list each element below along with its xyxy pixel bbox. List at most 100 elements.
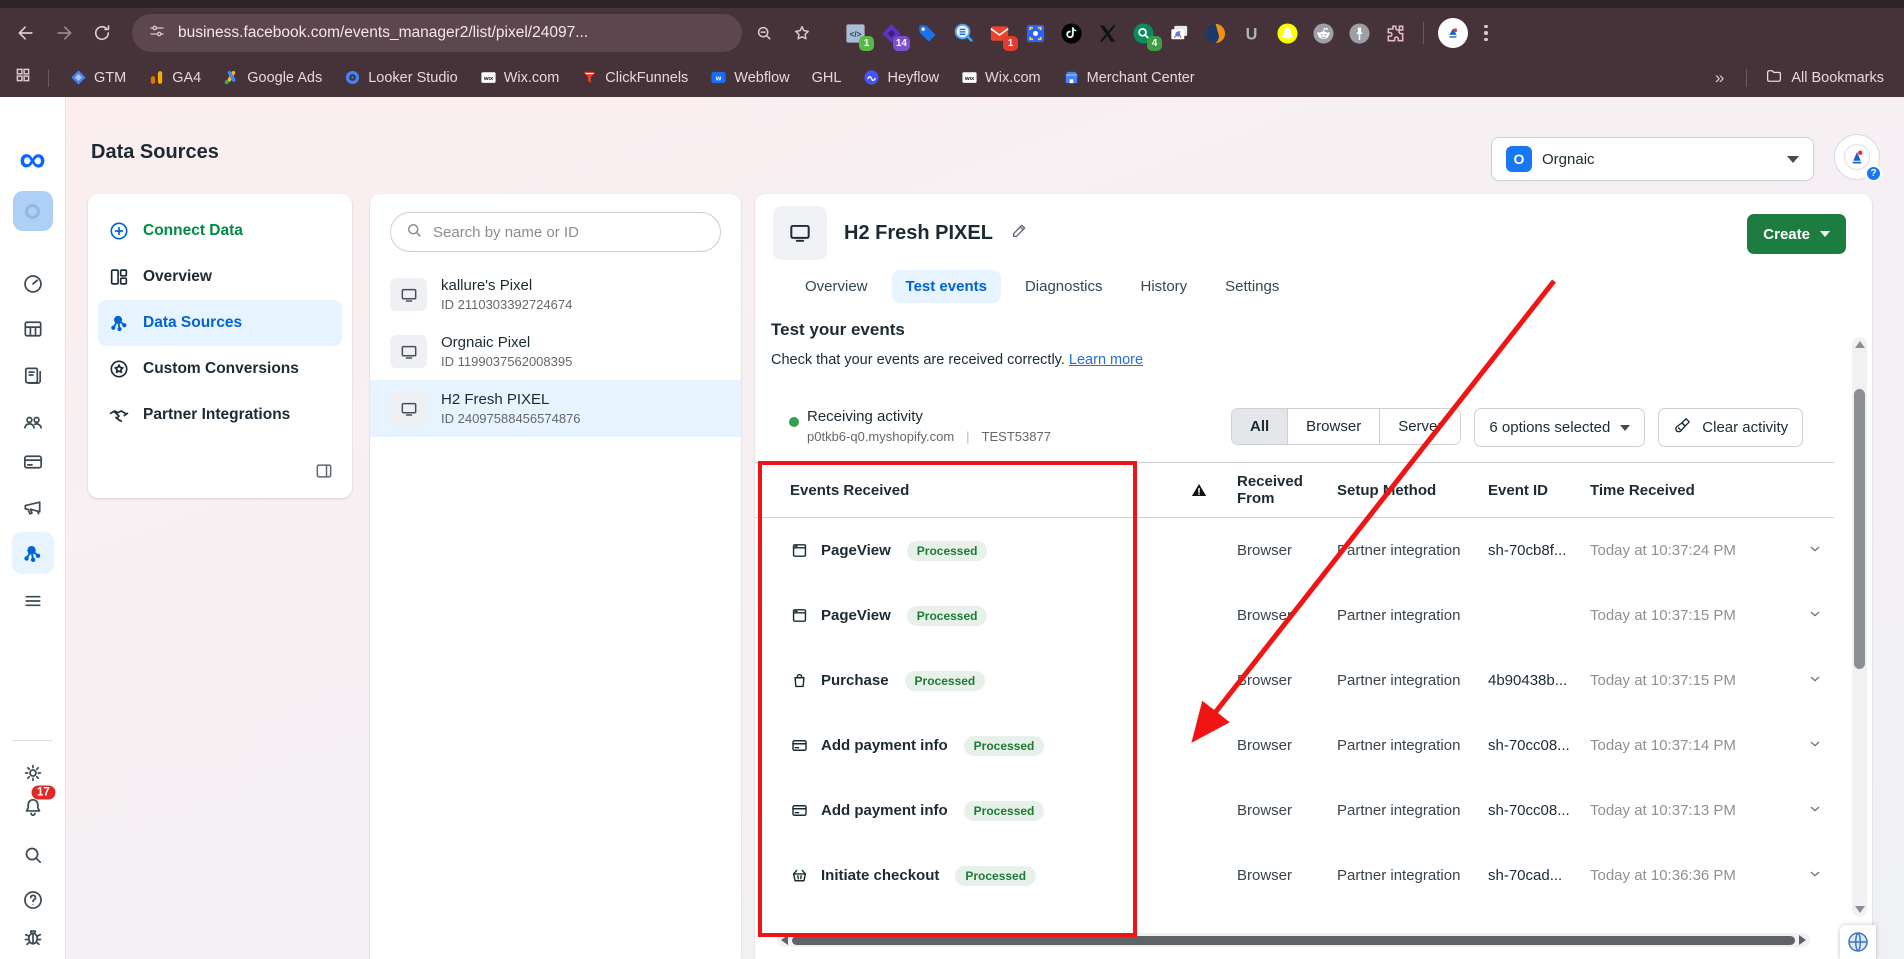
bookmark-google-ads[interactable]: Google Ads (214, 66, 331, 89)
sidebar-item-data-sources[interactable]: Data Sources (98, 300, 342, 346)
sidebar-item-custom-conversions[interactable]: Custom Conversions (98, 346, 342, 392)
pixel-search-input[interactable] (433, 224, 706, 241)
meta-logo[interactable]: ∞ (19, 141, 45, 178)
chevron-down-icon[interactable] (1807, 606, 1847, 626)
rail-item-data-sources[interactable] (12, 532, 54, 574)
scroll-up-icon[interactable] (1855, 341, 1865, 348)
chevron-down-icon[interactable] (1807, 541, 1847, 561)
pixel-search[interactable] (390, 212, 721, 252)
edit-icon[interactable] (1010, 221, 1029, 245)
bookmark-heyflow[interactable]: Heyflow (854, 66, 948, 89)
forward-icon[interactable] (48, 17, 80, 49)
back-icon[interactable] (10, 17, 42, 49)
screen-frame-extension-icon[interactable] (1022, 20, 1049, 47)
collapse-panel-icon[interactable] (314, 461, 334, 486)
vertical-scroll-thumb[interactable] (1854, 389, 1865, 669)
horizontal-scrollbar[interactable] (777, 933, 1810, 947)
bookmark-wix-com[interactable]: WIXWix.com (471, 66, 569, 89)
tab-history[interactable]: History (1127, 270, 1202, 303)
rail-item-pages[interactable] (21, 365, 44, 388)
seo-inspector-extension-icon[interactable] (950, 20, 977, 47)
chevron-down-icon[interactable] (1807, 801, 1847, 821)
browser-menu-icon[interactable] (1474, 25, 1498, 42)
snapchat-extension-icon[interactable] (1274, 20, 1301, 47)
chrome-windows-extension-icon[interactable] (1166, 20, 1193, 47)
x-twitter-extension-icon[interactable] (1094, 20, 1121, 47)
reddit-extension-icon[interactable] (1310, 20, 1337, 47)
sidebar-item-overview[interactable]: Overview (98, 254, 342, 300)
scroll-down-icon[interactable] (1855, 906, 1865, 913)
learn-more-link[interactable]: Learn more (1069, 352, 1143, 368)
sidebar-item-partner-integrations[interactable]: Partner Integrations (98, 392, 342, 438)
site-settings-icon[interactable] (148, 22, 166, 45)
bookmark-ga4[interactable]: GA4 (139, 66, 210, 89)
sidebar-item-connect-data[interactable]: Connect Data (98, 208, 342, 254)
bookmark-star-icon[interactable] (786, 17, 818, 49)
rail-item-tables[interactable] (21, 318, 44, 341)
table-row[interactable]: PageViewProcessedBrowserPartner integrat… (755, 583, 1834, 648)
table-row[interactable]: Add payment infoProcessedBrowserPartner … (755, 778, 1834, 843)
horizontal-scroll-thumb[interactable] (792, 936, 1795, 945)
bookmark-wix-com[interactable]: WIXWix.com (952, 66, 1050, 89)
pin-app-extension-icon[interactable] (1346, 20, 1373, 47)
rail-item-advertise[interactable] (21, 496, 44, 519)
table-row[interactable]: Initiate checkoutProcessedBrowserPartner… (755, 843, 1834, 908)
bookmarks-overflow-chevron[interactable]: » (1705, 68, 1734, 88)
rail-item-billing[interactable] (21, 451, 44, 474)
scroll-right-icon[interactable] (1799, 935, 1806, 945)
keyword-tool-extension-icon[interactable]: 4 (1130, 20, 1157, 47)
rail-item-menu[interactable] (21, 590, 44, 613)
account-avatar[interactable]: ? (1834, 134, 1880, 180)
u-letter-extension-icon[interactable]: U (1238, 20, 1265, 47)
table-row[interactable]: PurchaseProcessedBrowserPartner integrat… (755, 648, 1834, 713)
bookmark-gtm[interactable]: GTM (61, 66, 135, 89)
tab-test-events[interactable]: Test events (892, 270, 1001, 303)
tab-settings[interactable]: Settings (1211, 270, 1293, 303)
business-avatar-tile[interactable] (13, 191, 53, 231)
event-options-dropdown[interactable]: 6 options selected (1474, 408, 1645, 447)
browser-profile-avatar[interactable] (1438, 18, 1468, 48)
business-selector[interactable]: O Orgnaic (1491, 137, 1814, 181)
code-helper-extension-icon[interactable]: </>1 (842, 20, 869, 47)
scroll-left-icon[interactable] (781, 935, 788, 945)
tiktok-extension-icon[interactable] (1058, 20, 1085, 47)
reload-icon[interactable] (86, 17, 118, 49)
pixel-list-item[interactable]: Orgnaic PixelID 1199037562008395 (370, 323, 741, 380)
bookmark-merchant-center[interactable]: Merchant Center (1054, 66, 1204, 89)
clear-activity-button[interactable]: Clear activity (1658, 408, 1803, 447)
table-row[interactable]: PageViewProcessedBrowserPartner integrat… (755, 518, 1834, 583)
rail-item-dashboard[interactable] (21, 272, 44, 295)
all-bookmarks-button[interactable]: All Bookmarks (1759, 67, 1890, 89)
rail-item-settings[interactable] (21, 762, 44, 785)
url-text[interactable]: business.facebook.com/events_manager2/li… (178, 24, 588, 42)
chevron-down-icon[interactable] (1807, 736, 1847, 756)
tab-overview[interactable]: Overview (791, 270, 882, 303)
pixel-helper-extension-icon[interactable]: 14 (878, 20, 905, 47)
extensions-puzzle-extension-icon[interactable] (1382, 20, 1409, 47)
segment-browser[interactable]: Browser (1288, 409, 1380, 444)
zoom-icon[interactable] (748, 17, 780, 49)
pixel-list-item[interactable]: H2 Fresh PIXELID 24097588456574876 (370, 380, 741, 437)
rail-item-help[interactable] (21, 889, 44, 912)
vertical-scrollbar[interactable] (1852, 337, 1867, 917)
apps-grid-icon[interactable] (14, 66, 32, 89)
bookmark-webflow[interactable]: wWebflow (701, 66, 798, 89)
segment-server[interactable]: Server (1380, 409, 1460, 444)
bookmark-clickfunnels[interactable]: ClickFunnels (572, 66, 697, 89)
segment-all[interactable]: All (1232, 409, 1288, 444)
table-row[interactable]: Add payment infoProcessedBrowserPartner … (755, 713, 1834, 778)
chevron-down-icon[interactable] (1807, 671, 1847, 691)
bookmark-ghl[interactable]: GHL (803, 67, 851, 89)
rail-item-search[interactable] (21, 844, 44, 867)
bookmark-looker-studio[interactable]: Looker Studio (335, 66, 466, 89)
rail-item-audiences[interactable] (21, 411, 44, 434)
tag-assistant-extension-icon[interactable] (914, 20, 941, 47)
pixel-list-item[interactable]: kallure's PixelID 2110303392724674 (370, 266, 741, 323)
rail-item-notifications[interactable]: 17 (21, 796, 44, 819)
swirl-app-extension-icon[interactable] (1202, 20, 1229, 47)
chevron-down-icon[interactable] (1807, 866, 1847, 886)
address-bar[interactable]: business.facebook.com/events_manager2/li… (132, 14, 742, 52)
create-button[interactable]: Create (1747, 214, 1846, 254)
mail-tracker-extension-icon[interactable]: 1 (986, 20, 1013, 47)
rail-item-report-bug[interactable] (21, 926, 44, 949)
